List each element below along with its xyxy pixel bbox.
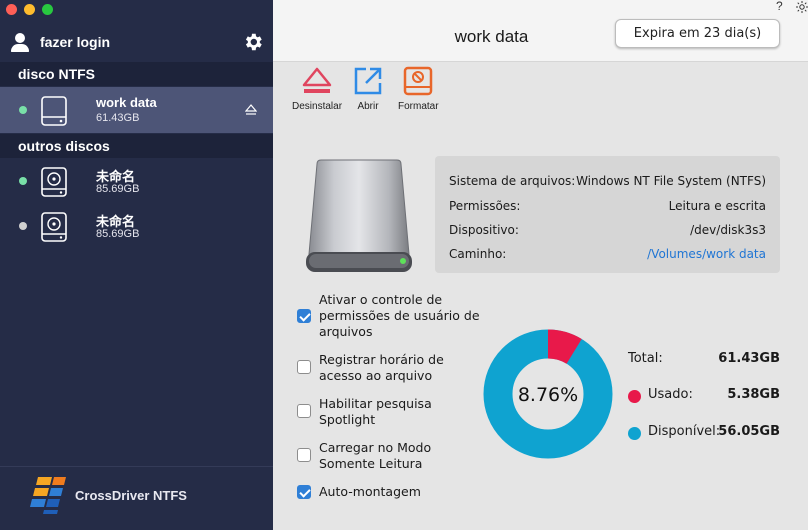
permission-control-checkbox[interactable] [297,309,311,323]
disk-item-unnamed-1[interactable]: 未命名 85.69GB [0,158,273,204]
option-auto-mount[interactable]: Auto-montagem [297,484,421,500]
disk-size: 85.69GB [96,228,140,240]
total-label: Total: [628,351,663,366]
format-button[interactable]: Formatar [398,65,439,112]
header: ? work data Expira em 23 dia(s) [273,0,808,62]
used-space-arc [547,329,582,365]
hard-disk-icon [41,212,67,242]
mount-status-dot [19,106,27,114]
used-color-dot [628,390,641,403]
option-label: Ativar o controle de permissões de usuár… [319,292,480,339]
brand-name: CrossDriver NTFS [75,487,187,503]
total-value: 61.43GB [718,351,780,366]
section-title-other: outros discos [18,138,110,154]
used-value: 5.38GB [727,387,780,402]
permissions-label: Permissões: [449,199,521,213]
option-spotlight[interactable]: Habilitar pesquisa Spotlight [297,396,432,428]
used-label: Usado: [648,387,693,402]
path-link[interactable]: /Volumes/work data [647,247,766,261]
disk-size: 61.43GB [96,112,140,124]
permissions-value: Leitura e escrita [668,199,766,213]
brand: CrossDriver NTFS [30,475,187,515]
legend-total: Total: 61.43GB [628,351,783,371]
zoom-window-button[interactable] [42,4,53,15]
disk-size: 85.69GB [96,183,140,195]
free-label: Disponível: [648,424,721,439]
external-drive-icon [41,96,67,126]
filesystem-label: Sistema de arquivos: [449,174,576,188]
legend-free: Disponível: 56.05GB [628,424,783,444]
option-label: Carregar no Modo Somente Leitura [319,440,432,471]
external-drive-image [306,159,412,272]
section-title-ntfs: disco NTFS [18,66,96,82]
legend-used: Usado: 5.38GB [628,387,783,407]
option-read-only[interactable]: Carregar no Modo Somente Leitura [297,440,431,472]
format-label: Formatar [398,101,439,112]
sidebar-divider [0,466,273,467]
hard-disk-icon [41,167,67,197]
disk-info-panel: Sistema de arquivos: Windows NT File Sys… [435,156,780,273]
option-label: Auto-montagem [319,484,421,499]
crossdriver-logo-icon [30,477,66,514]
free-value: 56.05GB [718,424,780,439]
spotlight-checkbox[interactable] [297,404,311,418]
expiry-button[interactable]: Expira em 23 dia(s) [615,19,780,48]
option-permission-control[interactable]: Ativar o controle de permissões de usuár… [297,292,480,340]
login-label[interactable]: fazer login [40,34,110,50]
info-row-path: Caminho: /Volumes/work data [449,247,766,265]
brightness-icon[interactable] [796,1,808,13]
option-access-time[interactable]: Registrar horário de acesso ao arquivo [297,352,444,384]
disk-name: work data [96,95,157,110]
info-row-permissions: Permissões: Leitura e escrita [449,199,766,217]
format-disk-icon [404,66,433,96]
minimize-window-button[interactable] [24,4,35,15]
option-label: Registrar horário de acesso ao arquivo [319,352,444,383]
close-window-button[interactable] [6,4,17,15]
gear-icon[interactable] [242,31,264,53]
uninstall-icon [302,67,332,93]
access-time-checkbox[interactable] [297,360,311,374]
disk-item-work-data[interactable]: work data 61.43GB [0,87,273,133]
device-label: Dispositivo: [449,223,519,237]
sidebar: fazer login disco NTFS work data 61.43GB… [0,0,273,530]
option-label: Habilitar pesquisa Spotlight [319,396,432,427]
uninstall-label: Desinstalar [292,101,343,112]
device-value: /dev/disk3s3 [690,223,766,237]
disk-item-unnamed-2[interactable]: 未命名 85.69GB [0,203,273,249]
uninstall-button[interactable]: Desinstalar [292,65,342,112]
info-row-device: Dispositivo: /dev/disk3s3 [449,223,766,241]
login-row[interactable]: fazer login [10,29,268,55]
mount-status-dot [19,222,27,230]
read-only-checkbox[interactable] [297,448,311,462]
toolbar: Desinstalar Abrir Formatar [273,63,808,115]
path-label: Caminho: [449,247,507,261]
usage-percent: 8.76% [517,384,579,406]
auto-mount-checkbox[interactable] [297,485,311,499]
help-button[interactable]: ? [776,0,783,13]
filesystem-value: Windows NT File System (NTFS) [576,174,766,188]
mount-status-dot [19,177,27,185]
info-row-filesystem: Sistema de arquivos: Windows NT File Sys… [449,174,766,192]
free-color-dot [628,427,641,440]
main-panel: ? work data Expira em 23 dia(s) Desinsta… [273,0,808,530]
window-controls [6,4,53,15]
eject-icon[interactable] [245,103,257,117]
open-external-icon [354,67,382,95]
open-button[interactable]: Abrir [352,65,384,112]
open-label: Abrir [357,101,379,112]
user-icon [10,32,30,52]
